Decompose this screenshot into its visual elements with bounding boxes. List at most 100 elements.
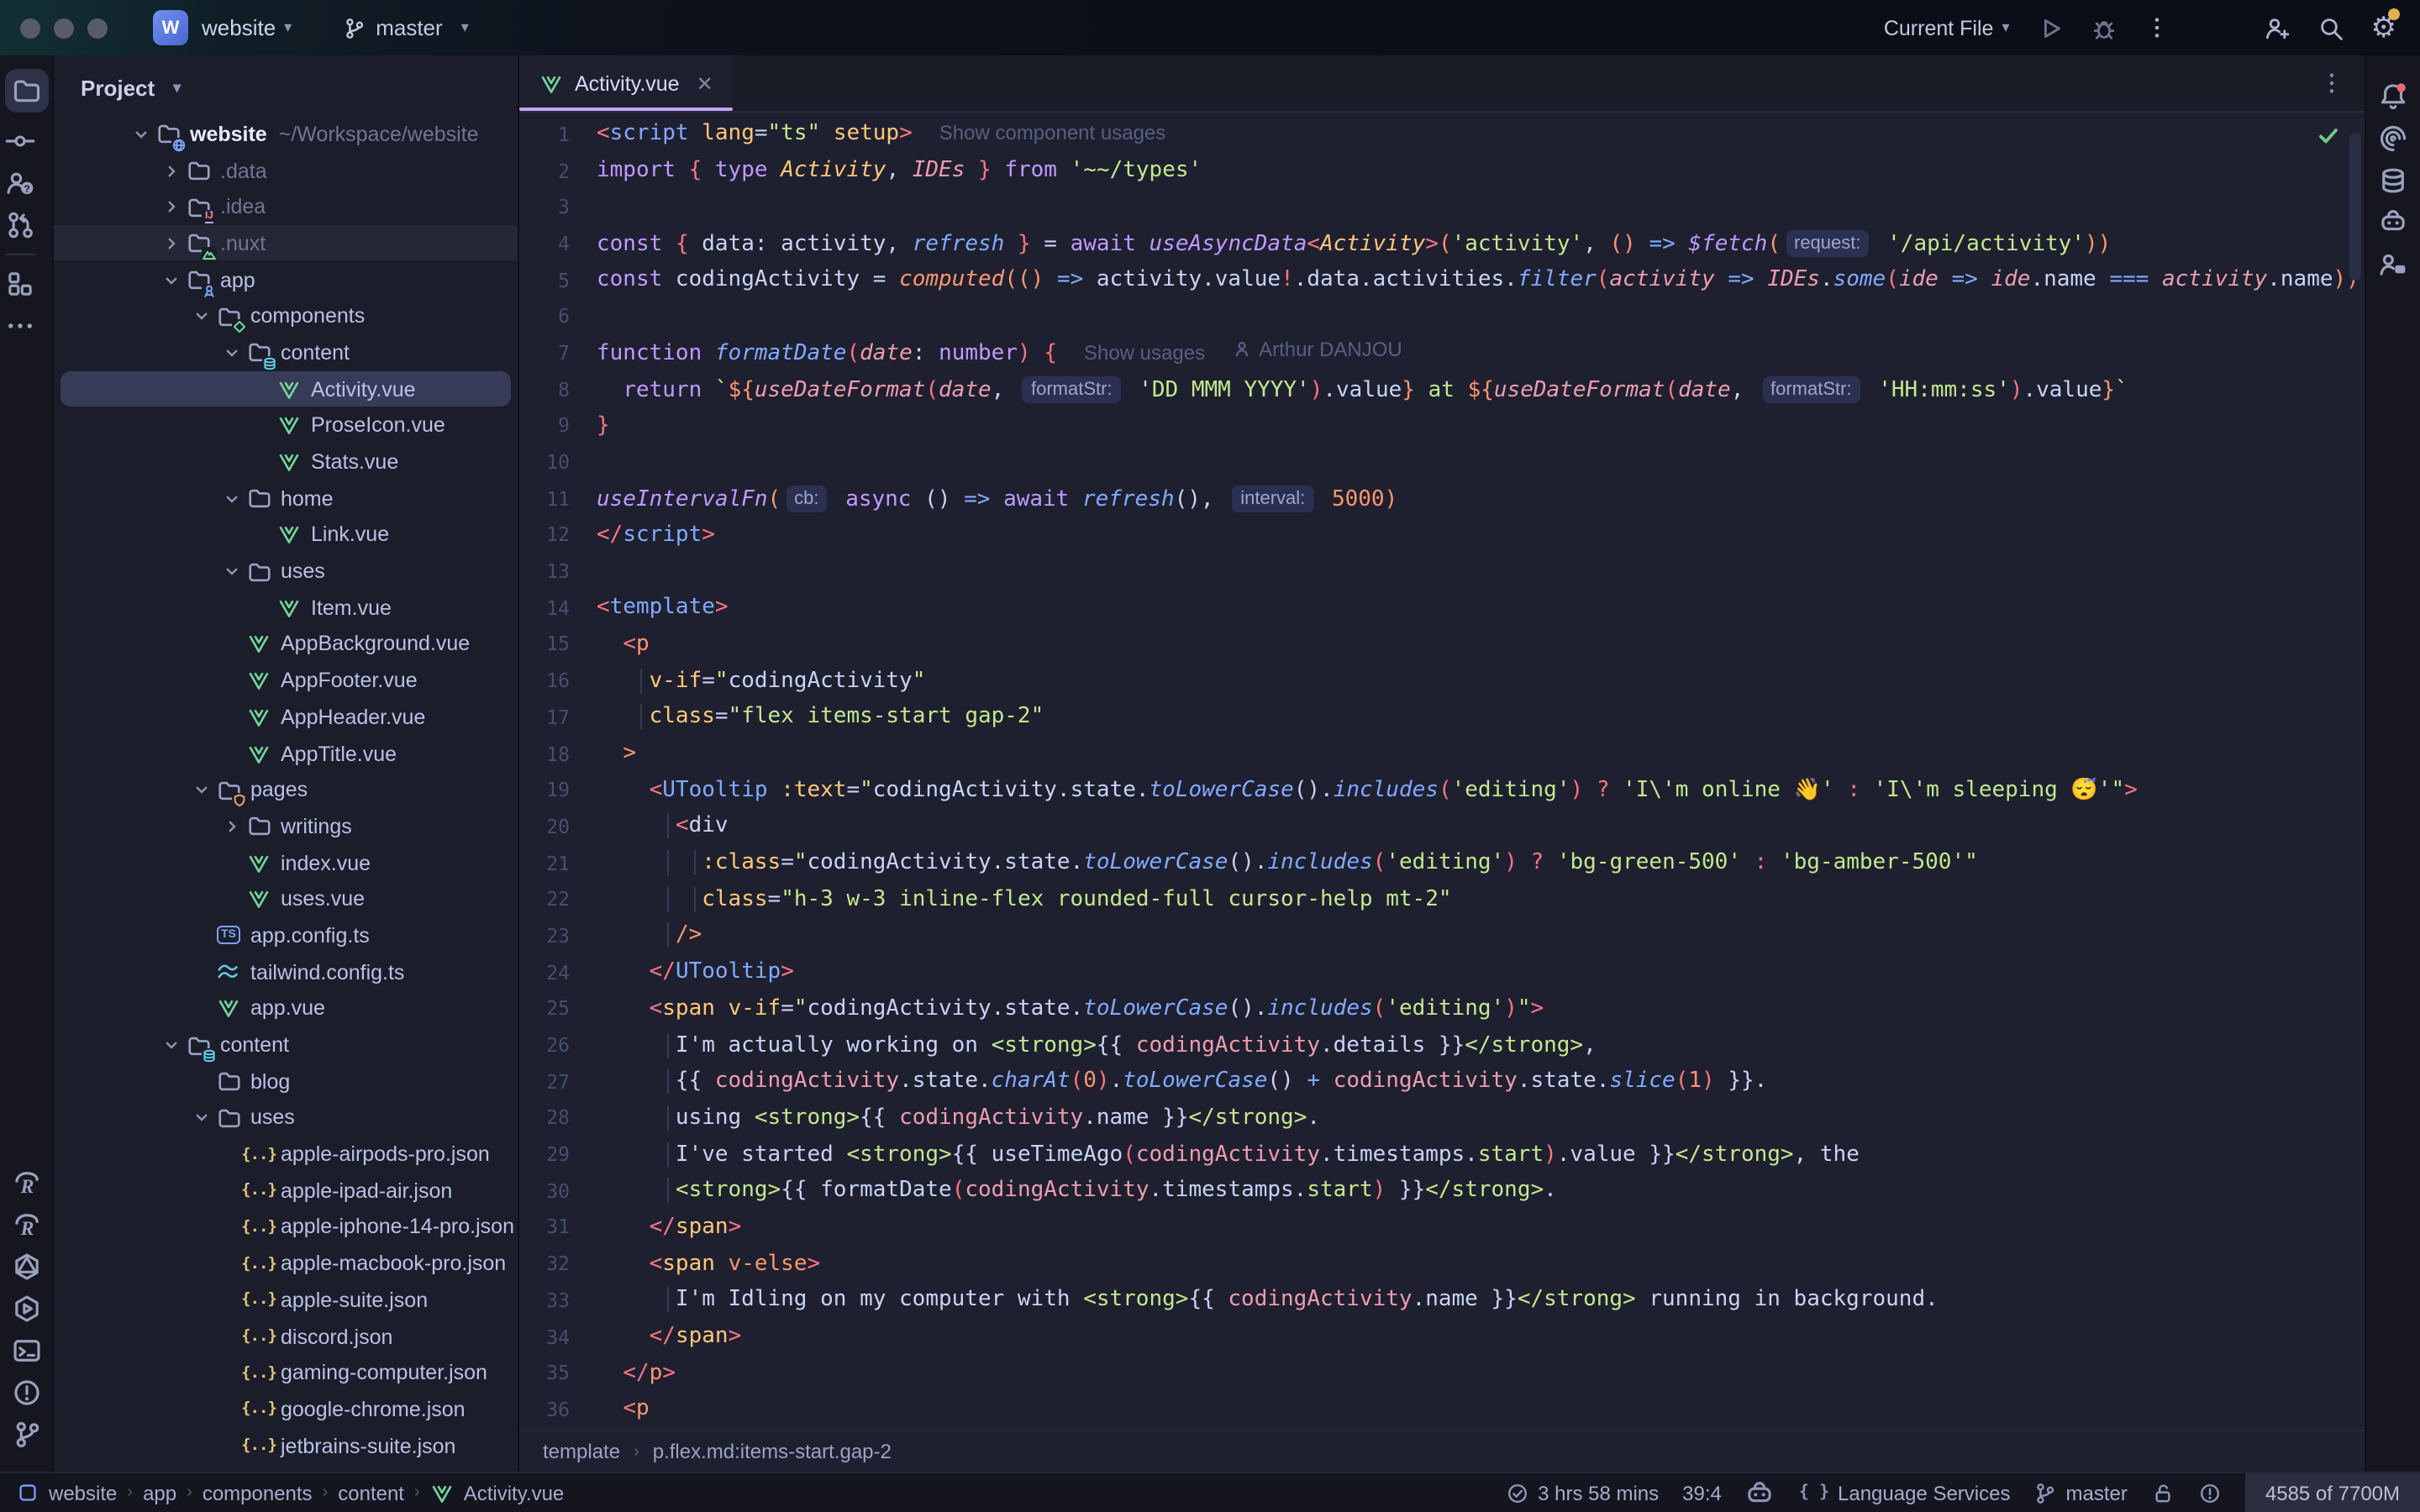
code-line-24[interactable]: 24 </UTooltip> <box>519 954 2365 990</box>
tree-row-item.vue[interactable]: Item.vue <box>54 590 518 626</box>
tree-row-jetbrains-suite.json[interactable]: {..}jetbrains-suite.json <box>54 1428 518 1464</box>
code-line-6[interactable]: 6 <box>519 298 2365 334</box>
chevron-down-icon[interactable] <box>218 488 245 508</box>
code-line-2[interactable]: 2import { type Activity, IDEs } from '~~… <box>519 152 2365 188</box>
code-line-17[interactable]: 17 class="flex items-start gap-2" <box>519 699 2365 735</box>
graphql-icon[interactable] <box>11 1252 41 1282</box>
tree-row-app.vue[interactable]: app.vue <box>54 990 518 1026</box>
chevron-down-icon[interactable] <box>188 780 215 800</box>
tree-row-app.config.ts[interactable]: TSapp.config.ts <box>54 917 518 953</box>
breadcrumb-item[interactable]: template <box>543 1440 620 1463</box>
code-line-22[interactable]: 22 class="h-3 w-3 inline-flex rounded-fu… <box>519 881 2365 917</box>
code-line-29[interactable]: 29 I've started <strong>{{ useTimeAgo(co… <box>519 1137 2365 1173</box>
code-vision-hint[interactable]: Show usages <box>1084 342 1205 365</box>
database-icon[interactable] <box>2378 165 2408 195</box>
code-vision-hint[interactable]: Show component usages <box>939 122 1166 145</box>
code-line-26[interactable]: 26 I'm actually working on <strong>{{ co… <box>519 1026 2365 1063</box>
code-line-31[interactable]: 31 </span> <box>519 1209 2365 1245</box>
tree-row-pages[interactable]: pages <box>54 772 518 808</box>
code-line-33[interactable]: 33 I'm Idling on my computer with <stron… <box>519 1282 2365 1318</box>
r-tool2-icon[interactable]: R <box>11 1210 41 1240</box>
code-line-3[interactable]: 3 <box>519 189 2365 225</box>
code-line-1[interactable]: 1<script lang="ts" setup>Show component … <box>519 116 2365 152</box>
terminal-icon[interactable] <box>11 1336 41 1366</box>
chevron-down-icon[interactable] <box>158 270 185 290</box>
breadcrumb-item[interactable]: p.flex.md:items-start.gap-2 <box>653 1440 892 1463</box>
git-branch-icon[interactable] <box>11 1420 41 1450</box>
close-window-button[interactable] <box>20 18 40 38</box>
tree-row-apple-suite.json[interactable]: {..}apple-suite.json <box>54 1282 518 1318</box>
code-line-13[interactable]: 13 <box>519 554 2365 590</box>
chevron-right-icon[interactable] <box>158 197 185 217</box>
code-line-27[interactable]: 27 {{ codingActivity.state.charAt(0).toL… <box>519 1063 2365 1100</box>
code-line-23[interactable]: 23 /> <box>519 917 2365 953</box>
tree-row-blog[interactable]: blog <box>54 1063 518 1100</box>
more-actions-button[interactable] <box>2144 15 2170 40</box>
chevron-down-icon[interactable] <box>188 307 215 327</box>
tree-row-.idea[interactable]: IJ.idea <box>54 189 518 225</box>
window-controls[interactable] <box>0 18 108 38</box>
notifications-status-icon[interactable] <box>2198 1481 2222 1504</box>
code-with-me-icon[interactable] <box>2378 249 2408 279</box>
memory-indicator[interactable]: 4585 of 7700M <box>2245 1473 2420 1512</box>
code-author-hint[interactable]: Arthur DANJOU <box>1232 339 1402 362</box>
code-line-7[interactable]: 7function formatDate(date: number) {Show… <box>519 334 2365 370</box>
chevron-down-icon[interactable] <box>218 561 245 581</box>
project-panel-header[interactable]: Project ▾ <box>54 55 518 109</box>
ai-assistant-icon[interactable] <box>2378 123 2408 153</box>
run-button[interactable] <box>2037 14 2064 41</box>
pull-requests-icon[interactable] <box>4 210 34 240</box>
tree-row-uses.vue[interactable]: uses.vue <box>54 881 518 917</box>
tree-row-.nuxt[interactable]: .nuxt <box>54 225 518 261</box>
tree-row-apple-macbook-pro.json[interactable]: {..}apple-macbook-pro.json <box>54 1246 518 1282</box>
code-line-20[interactable]: 20 <div <box>519 808 2365 844</box>
r-tool-icon[interactable]: R <box>11 1168 41 1198</box>
chevron-down-icon[interactable] <box>128 124 155 144</box>
tree-row-website[interactable]: website~/Workspace/website <box>54 116 518 152</box>
code-line-11[interactable]: 11useIntervalFn(cb: async () => await re… <box>519 480 2365 517</box>
language-services-widget[interactable]: { } Language Services <box>1799 1481 2011 1504</box>
code-line-8[interactable]: 8 return `${useDateFormat(date, formatSt… <box>519 371 2365 407</box>
tree-row-stats.vue[interactable]: Stats.vue <box>54 444 518 480</box>
chevron-right-icon[interactable] <box>158 234 185 254</box>
copilot-status-widget[interactable] <box>1745 1478 1776 1508</box>
code-line-19[interactable]: 19 <UTooltip :text="codingActivity.state… <box>519 772 2365 808</box>
caret-position-widget[interactable]: 39:4 <box>1682 1481 1722 1504</box>
code-line-16[interactable]: 16 v-if="codingActivity" <box>519 663 2365 699</box>
code-line-34[interactable]: 34 </span> <box>519 1318 2365 1354</box>
close-tab-icon[interactable]: ✕ <box>697 71 713 95</box>
tree-row-apple-airpods-pro.json[interactable]: {..}apple-airpods-pro.json <box>54 1137 518 1173</box>
tree-row-components[interactable]: components <box>54 298 518 334</box>
code-editor[interactable]: 1<script lang="ts" setup>Show component … <box>519 113 2365 1430</box>
tree-row-appheader.vue[interactable]: AppHeader.vue <box>54 699 518 735</box>
tree-row-google-chrome.json[interactable]: {..}google-chrome.json <box>54 1391 518 1427</box>
tree-row-index.vue[interactable]: index.vue <box>54 845 518 881</box>
chevron-down-icon[interactable] <box>188 1108 215 1128</box>
commit-icon[interactable] <box>4 126 34 156</box>
tree-row-app[interactable]: app <box>54 262 518 298</box>
code-line-21[interactable]: 21 :class="codingActivity.state.toLowerC… <box>519 845 2365 881</box>
tree-row-.data[interactable]: .data <box>54 152 518 188</box>
tree-row-activity.vue[interactable]: Activity.vue <box>54 371 518 407</box>
code-line-35[interactable]: 35 </p> <box>519 1355 2365 1391</box>
users-help-icon[interactable]: ? <box>4 168 34 198</box>
tree-row-proseicon.vue[interactable]: ProseIcon.vue <box>54 407 518 444</box>
tree-row-appbackground.vue[interactable]: AppBackground.vue <box>54 626 518 662</box>
code-line-36[interactable]: 36 <p <box>519 1391 2365 1427</box>
more-icon[interactable] <box>4 311 34 341</box>
notifications-icon[interactable] <box>2378 81 2408 111</box>
tree-row-apple-iphone-14-pro.json[interactable]: {..}apple-iphone-14-pro.json <box>54 1209 518 1245</box>
code-with-me-button[interactable] <box>2264 14 2291 41</box>
chevron-down-icon[interactable] <box>158 1035 185 1055</box>
tree-row-discord.json[interactable]: {..}discord.json <box>54 1318 518 1354</box>
editor-scrollbar[interactable] <box>2349 133 2361 281</box>
tree-row-uses[interactable]: uses <box>54 554 518 590</box>
copilot-icon[interactable] <box>2378 207 2408 237</box>
unlock-icon[interactable] <box>2151 1481 2175 1504</box>
structure-icon[interactable] <box>4 269 34 299</box>
chevron-down-icon[interactable] <box>218 343 245 363</box>
tab-options-button[interactable] <box>2319 71 2344 96</box>
tree-row-appfooter.vue[interactable]: AppFooter.vue <box>54 663 518 699</box>
settings-button[interactable]: ⚙ <box>2371 11 2397 45</box>
problems-icon[interactable] <box>11 1378 41 1408</box>
